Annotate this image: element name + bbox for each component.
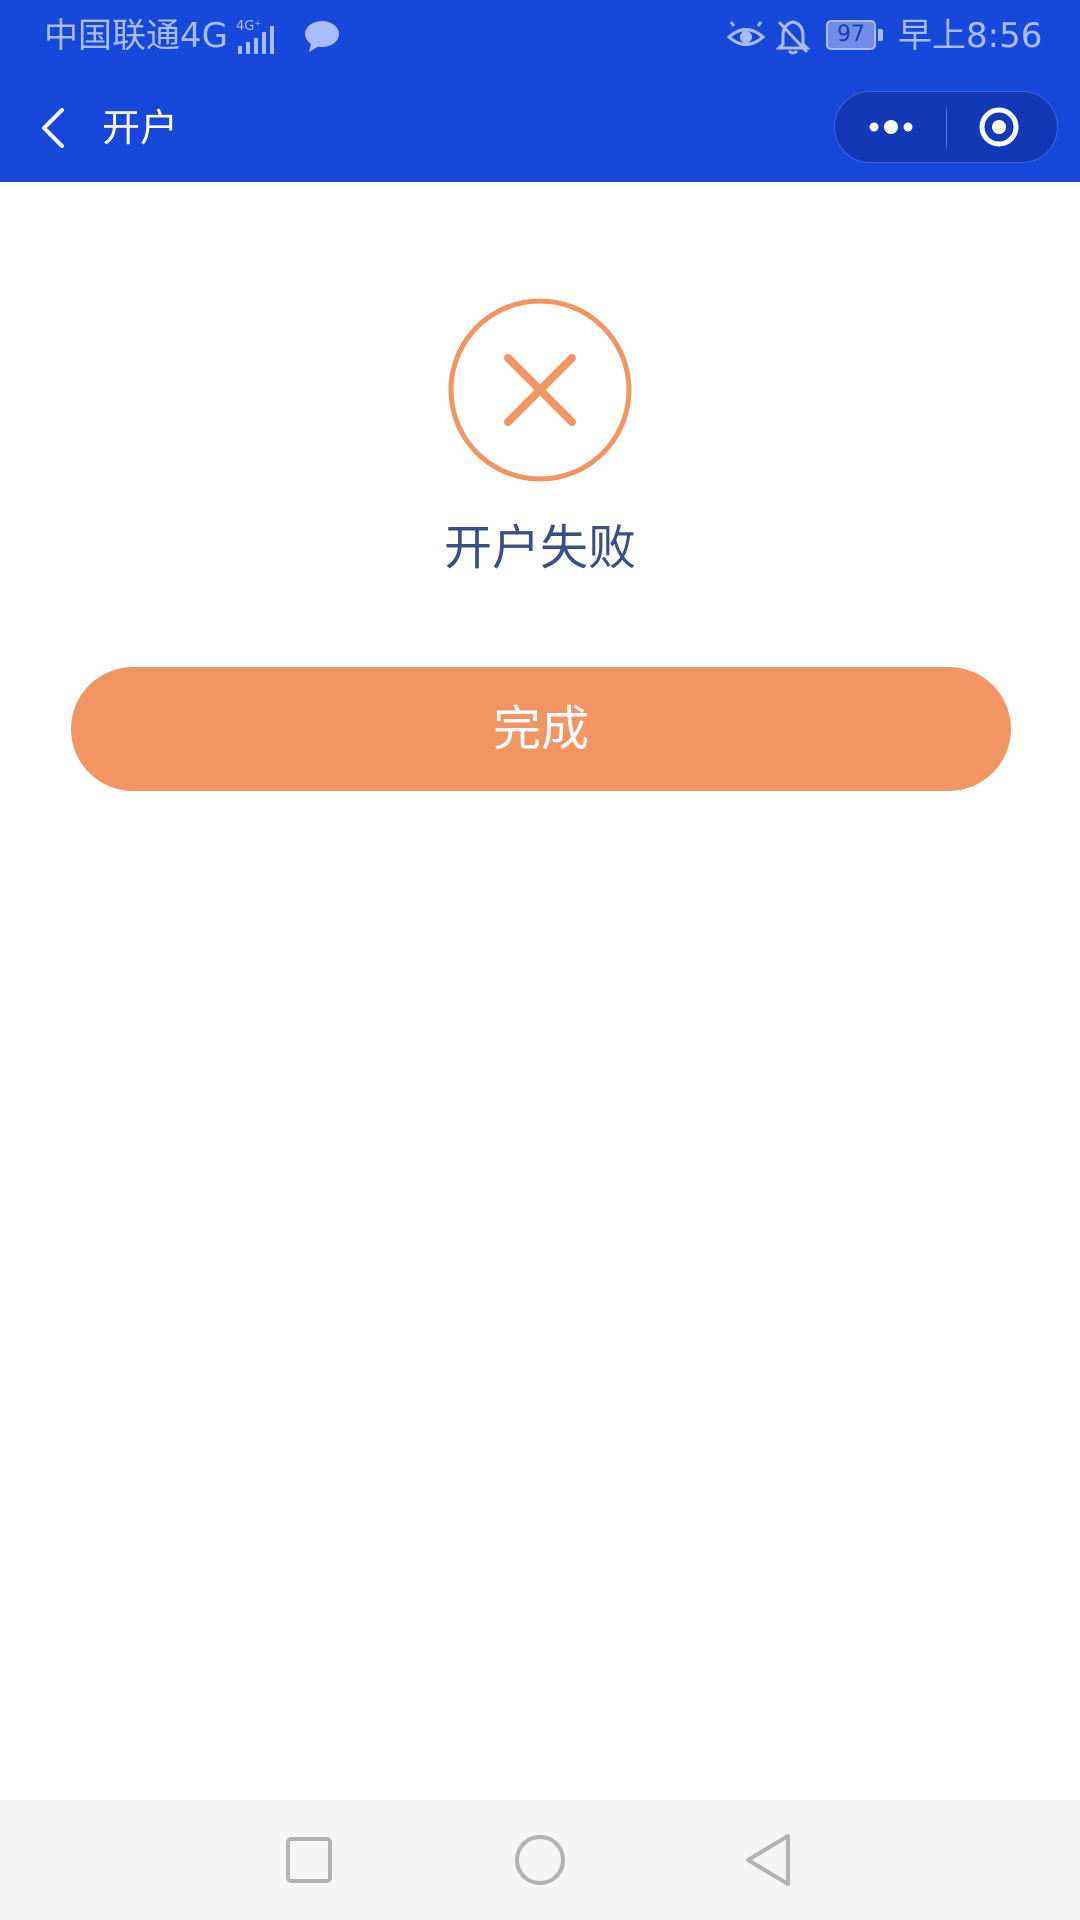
network-badge: 4G⁺ xyxy=(236,19,261,34)
failure-x-icon xyxy=(448,298,632,482)
more-dots-icon[interactable] xyxy=(835,92,947,162)
signal-icon: 4G⁺ xyxy=(236,19,274,54)
recents-square-icon[interactable] xyxy=(279,1830,339,1890)
back-chevron-icon[interactable] xyxy=(28,98,88,158)
status-time: 早上8:56 xyxy=(898,16,1043,56)
battery-icon: 97 xyxy=(826,20,886,52)
carrier-label: 中国联通4G xyxy=(44,16,228,56)
battery-level: 97 xyxy=(837,22,865,47)
status-bar: 中国联通4G 4G⁺ 97 早上8:56 xyxy=(0,0,1080,74)
nav-bar: 开户 xyxy=(0,74,1080,182)
chat-notification-icon xyxy=(305,21,339,52)
back-triangle-icon[interactable] xyxy=(740,1830,800,1890)
page-title: 开户 xyxy=(102,106,179,150)
eye-icon xyxy=(726,21,766,46)
done-button[interactable]: 完成 xyxy=(71,667,1011,791)
system-nav-bar xyxy=(0,1800,1080,1920)
miniprogram-capsule xyxy=(834,91,1058,163)
result-message: 开户失败 xyxy=(443,520,636,576)
close-target-icon[interactable] xyxy=(947,92,1057,162)
mute-bell-icon xyxy=(775,20,811,55)
home-circle-icon[interactable] xyxy=(510,1830,570,1890)
